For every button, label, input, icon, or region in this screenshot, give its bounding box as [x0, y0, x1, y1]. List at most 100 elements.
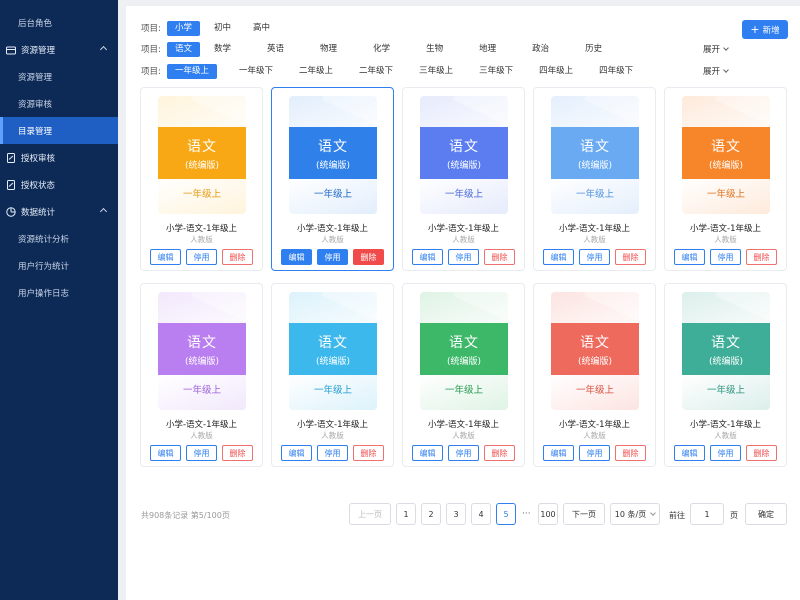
disable-button[interactable]: 停用 [710, 249, 741, 265]
edit-button[interactable]: 编辑 [412, 249, 443, 265]
cover-edition: (统编版) [184, 160, 220, 171]
edit-button[interactable]: 编辑 [543, 445, 574, 461]
resource-card[interactable]: 语文 (统编版) 一年级上 小学-语文-1年级上 人教版 编辑 停用 删除 [271, 283, 394, 467]
chip-grade[interactable]: 一年级下 [231, 64, 281, 79]
delete-button[interactable]: 删除 [222, 249, 253, 265]
resource-card[interactable]: 语文 (统编版) 一年级上 小学-语文-1年级上 人教版 编辑 停用 删除 [140, 87, 263, 271]
book-cover: 语文 (统编版) 一年级上 [158, 96, 246, 214]
edit-button[interactable]: 编辑 [150, 445, 181, 461]
chip-grade[interactable]: 四年级上 [531, 64, 581, 79]
disable-button[interactable]: 停用 [710, 445, 741, 461]
page-button[interactable]: 1 [396, 503, 416, 525]
cover-grade: 一年级上 [182, 189, 221, 200]
edit-button[interactable]: 编辑 [674, 445, 705, 461]
cover-band: 语文 (统编版) [420, 323, 508, 375]
edit-button[interactable]: 编辑 [281, 249, 312, 265]
page-button[interactable]: 4 [471, 503, 491, 525]
disable-button[interactable]: 停用 [448, 249, 479, 265]
edit-button[interactable]: 编辑 [150, 249, 181, 265]
disable-button[interactable]: 停用 [317, 249, 348, 265]
disable-button[interactable]: 停用 [448, 445, 479, 461]
expand-subject-toggle[interactable]: 展开 [703, 43, 729, 55]
sidebar-item-resource-stats[interactable]: 资源统计分析 [0, 225, 118, 252]
delete-button[interactable]: 删除 [615, 445, 646, 461]
expand-grade-toggle[interactable]: 展开 [703, 65, 729, 77]
sidebar-item-authorization-review[interactable]: 授权审核 [0, 144, 118, 171]
book-cover: 语文 (统编版) 一年级上 [289, 292, 377, 410]
sidebar-group-resource-management[interactable]: 资源管理 [0, 36, 118, 63]
card-title: 小学-语文-1年级上 [427, 224, 500, 234]
resource-card[interactable]: 语文 (统编版) 一年级上 小学-语文-1年级上 人教版 编辑 停用 删除 [402, 87, 525, 271]
chip-subject[interactable]: 政治 [524, 42, 557, 57]
edit-button[interactable]: 编辑 [543, 249, 574, 265]
cover-band: 语文 (统编版) [158, 127, 246, 179]
delete-button[interactable]: 删除 [353, 445, 384, 461]
cover-edition: (统编版) [577, 160, 613, 171]
resource-card[interactable]: 语文 (统编版) 一年级上 小学-语文-1年级上 人教版 编辑 停用 删除 [271, 87, 394, 271]
cover-grade: 一年级上 [313, 385, 352, 396]
delete-button[interactable]: 删除 [484, 445, 515, 461]
resource-card[interactable]: 语文 (统编版) 一年级上 小学-语文-1年级上 人教版 编辑 停用 删除 [533, 87, 656, 271]
next-page-button[interactable]: 下一页 [563, 503, 605, 525]
chip-grade[interactable]: 二年级下 [351, 64, 401, 79]
chip-grade[interactable]: 三年级下 [471, 64, 521, 79]
page-button-last[interactable]: 100 [538, 503, 558, 525]
card-publisher: 人教版 [714, 431, 737, 440]
chip-grade[interactable]: 一年级上 [167, 63, 218, 79]
chip-subject[interactable]: 语文 [167, 41, 201, 57]
sidebar-item-admin-roles[interactable]: 后台角色 [0, 9, 118, 36]
chip-grade[interactable]: 二年级上 [291, 64, 341, 79]
delete-button[interactable]: 删除 [353, 249, 384, 265]
disable-button[interactable]: 停用 [579, 445, 610, 461]
total-records: 共908条记录 第5/100页 [141, 511, 230, 520]
chip-stage[interactable]: 小学 [167, 20, 201, 36]
resource-card[interactable]: 语文 (统编版) 一年级上 小学-语文-1年级上 人教版 编辑 停用 删除 [533, 283, 656, 467]
cover-shine [321, 292, 377, 326]
sidebar-item-catalog-management[interactable]: 目录管理 [0, 117, 118, 144]
confirm-button[interactable]: 确定 [745, 503, 787, 525]
chip-subject[interactable]: 英语 [259, 42, 292, 57]
card-publisher: 人教版 [452, 235, 475, 244]
chip-subject[interactable]: 物理 [312, 42, 345, 57]
resource-card[interactable]: 语文 (统编版) 一年级上 小学-语文-1年级上 人教版 编辑 停用 删除 [664, 87, 787, 271]
delete-button[interactable]: 删除 [746, 249, 777, 265]
delete-button[interactable]: 删除 [746, 445, 777, 461]
delete-button[interactable]: 删除 [615, 249, 646, 265]
edit-button[interactable]: 编辑 [412, 445, 443, 461]
disable-button[interactable]: 停用 [317, 445, 348, 461]
add-button[interactable]: + 新增 [742, 20, 788, 39]
chip-subject[interactable]: 地理 [471, 42, 504, 57]
page-button[interactable]: 3 [446, 503, 466, 525]
card-title: 小学-语文-1年级上 [558, 224, 631, 234]
chip-subject[interactable]: 化学 [365, 42, 398, 57]
sidebar-item-user-behavior[interactable]: 用户行为统计 [0, 252, 118, 279]
delete-button[interactable]: 删除 [222, 445, 253, 461]
sidebar-group-statistics[interactable]: 数据统计 [0, 198, 118, 225]
disable-button[interactable]: 停用 [579, 249, 610, 265]
goto-page-input[interactable]: 1 [690, 503, 724, 525]
cover-subject: 语文 [580, 138, 610, 155]
disable-button[interactable]: 停用 [186, 445, 217, 461]
resource-card[interactable]: 语文 (统编版) 一年级上 小学-语文-1年级上 人教版 编辑 停用 删除 [402, 283, 525, 467]
edit-button[interactable]: 编辑 [281, 445, 312, 461]
chip-grade[interactable]: 四年级下 [591, 64, 641, 79]
disable-button[interactable]: 停用 [186, 249, 217, 265]
page-button-current[interactable]: 5 [496, 503, 516, 525]
chip-subject[interactable]: 历史 [577, 42, 610, 57]
chip-subject[interactable]: 数学 [206, 42, 239, 57]
sidebar-item-resource-management[interactable]: 资源管理 [0, 63, 118, 90]
chip-subject[interactable]: 生物 [418, 42, 451, 57]
resource-card[interactable]: 语文 (统编版) 一年级上 小学-语文-1年级上 人教版 编辑 停用 删除 [664, 283, 787, 467]
chip-stage[interactable]: 初中 [206, 21, 239, 36]
sidebar-item-resource-review[interactable]: 资源审核 [0, 90, 118, 117]
page-button[interactable]: 2 [421, 503, 441, 525]
sidebar-item-authorization-status[interactable]: 授权状态 [0, 171, 118, 198]
prev-page-button[interactable]: 上一页 [349, 503, 391, 525]
page-size-select[interactable]: 10 条/页 [610, 503, 660, 525]
sidebar-item-user-logs[interactable]: 用户操作日志 [0, 279, 118, 306]
resource-card[interactable]: 语文 (统编版) 一年级上 小学-语文-1年级上 人教版 编辑 停用 删除 [140, 283, 263, 467]
chip-grade[interactable]: 三年级上 [411, 64, 461, 79]
delete-button[interactable]: 删除 [484, 249, 515, 265]
edit-button[interactable]: 编辑 [674, 249, 705, 265]
chip-stage[interactable]: 高中 [245, 21, 278, 36]
